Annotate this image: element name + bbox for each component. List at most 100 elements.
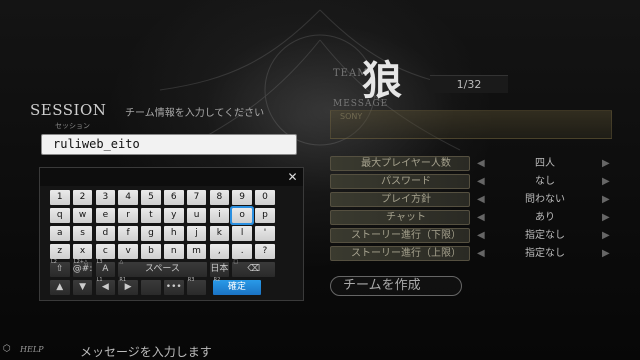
key-2-0[interactable]: a [50,226,70,241]
arrow-right-icon[interactable]: ▶ [602,192,610,207]
key-2-4[interactable]: g [141,226,161,241]
alphabet-key-badge: L3 [96,259,103,265]
key-0-3[interactable]: 4 [118,190,138,205]
alphabet-key-label: A [102,264,109,274]
key-3-6[interactable]: m [186,244,207,259]
arrow-left-icon[interactable]: ◀ [477,192,485,207]
confirm-key-label: 確定 [227,282,246,292]
setting-label: パスワード [330,174,470,189]
setting-row-story-max[interactable]: ストーリー進行（上限） ◀ 指定なし ▶ [330,246,616,263]
key-3-4[interactable]: b [141,244,161,259]
key-0-7[interactable]: 8 [209,190,230,205]
arrow-left-icon[interactable]: ◀ [477,210,485,225]
blank-key[interactable] [141,280,161,295]
key-2-6[interactable]: j [186,226,207,241]
key-2-9[interactable]: ' [255,226,275,241]
left-key-badge: L1 [96,277,103,283]
key-0-2[interactable]: 3 [95,190,116,205]
key-1-9[interactable]: p [255,208,275,223]
setting-value: あり [535,212,555,223]
arrow-left-icon[interactable]: ◀ [477,156,485,171]
right-key[interactable]: ▶ R1 [118,277,138,295]
setting-value: 指定なし [525,248,565,259]
key-3-9[interactable]: ? [255,244,275,259]
key-2-1[interactable]: s [72,226,93,241]
key-0-6[interactable]: 7 [186,190,207,205]
key-0-4[interactable]: 5 [141,190,161,205]
setting-row-play-policy[interactable]: プレイ方針 ◀ 問わない ▶ [330,192,616,209]
help-text: メッセージを入力します [80,345,212,359]
key-1-8[interactable]: o [232,208,252,223]
setting-value: 指定なし [525,230,565,241]
create-team-button[interactable]: チームを作成 [330,276,462,296]
key-1-1[interactable]: w [72,208,93,223]
key-0-0[interactable]: 1 [50,190,70,205]
key-1-4[interactable]: t [141,208,161,223]
session-subtitle: セッション [55,122,90,130]
key-3-0[interactable]: z [50,244,70,259]
key-3-2[interactable]: c [95,244,116,259]
mode-key[interactable]: 日本 [209,262,230,277]
down-key[interactable]: ▼ [72,280,93,295]
key-2-2[interactable]: d [95,226,116,241]
key-3-8[interactable]: . [232,244,252,259]
close-icon[interactable]: ✕ [285,170,300,184]
space-key[interactable]: スペース △ [118,259,207,277]
key-0-8[interactable]: 9 [232,190,252,205]
setting-value: 問わない [525,194,565,205]
arrow-right-icon[interactable]: ▶ [602,174,610,189]
shift-key-label: ⇧ [55,264,64,274]
left-key[interactable]: ◀ L1 [95,277,116,295]
arrow-right-icon[interactable]: ▶ [602,156,610,171]
key-0-5[interactable]: 6 [164,190,184,205]
key-1-7[interactable]: i [209,208,230,223]
message-field[interactable] [330,110,612,139]
key-2-5[interactable]: h [164,226,184,241]
setting-row-password[interactable]: パスワード ◀ なし ▶ [330,174,616,191]
up-key-label: ▲ [56,282,64,292]
arrow-left-icon[interactable]: ◀ [477,228,485,243]
backspace-key-label: ⌫ [247,264,261,274]
up-key[interactable]: ▲ [50,280,70,295]
right-key-badge: R1 [119,277,127,283]
key-2-8[interactable]: l [232,226,252,241]
confirm-key[interactable]: 確定 R2 [212,277,262,295]
key-1-6[interactable]: u [186,208,207,223]
backspace-key[interactable]: ⌫ □ [232,259,275,277]
key-3-3[interactable]: v [118,244,138,259]
setting-row-max-players[interactable]: 最大プレイヤー人数 ◀ 四人 ▶ [330,156,616,173]
key-1-5[interactable]: y [164,208,184,223]
setting-label: チャット [330,210,470,225]
alphabet-key[interactable]: A L3 [95,259,116,277]
arrow-left-icon[interactable]: ◀ [477,174,485,189]
key-3-7[interactable]: , [209,244,230,259]
key-1-2[interactable]: e [95,208,116,223]
key-3-5[interactable]: n [164,244,184,259]
left-key-label: ◀ [101,282,109,292]
symbols-key-badge: L2+△ [73,259,88,265]
team-settings: 最大プレイヤー人数 ◀ 四人 ▶ パスワード ◀ なし ▶ プレイ方針 ◀ 問わ… [330,156,616,264]
key-1-3[interactable]: r [118,208,138,223]
session-title: SESSION [30,101,107,119]
space-key-label: スペース [145,264,180,274]
key-1-0[interactable]: q [50,208,70,223]
arrow-right-icon[interactable]: ▶ [602,246,610,261]
key-0-1[interactable]: 2 [72,190,93,205]
more-key[interactable]: ••• [164,280,184,295]
arrow-right-icon[interactable]: ▶ [602,210,610,225]
key-3-1[interactable]: x [72,244,93,259]
setting-row-story-min[interactable]: ストーリー進行（下限） ◀ 指定なし ▶ [330,228,616,245]
key-2-7[interactable]: k [209,226,230,241]
help-icon: ⬡ [3,344,11,354]
settings-key[interactable]: R3 [186,277,207,295]
down-key-label: ▼ [79,282,86,292]
symbols-key[interactable]: @#: L2+△ [72,259,92,277]
arrow-right-icon[interactable]: ▶ [602,228,610,243]
key-2-3[interactable]: f [118,226,138,241]
arrow-left-icon[interactable]: ◀ [477,246,485,261]
team-name-input[interactable]: ruliweb_eito [41,134,297,155]
setting-row-chat[interactable]: チャット ◀ あり ▶ [330,210,616,227]
help-label: HELP [20,345,44,354]
key-0-9[interactable]: 0 [255,190,275,205]
shift-key[interactable]: ⇧ L2 [50,259,70,277]
